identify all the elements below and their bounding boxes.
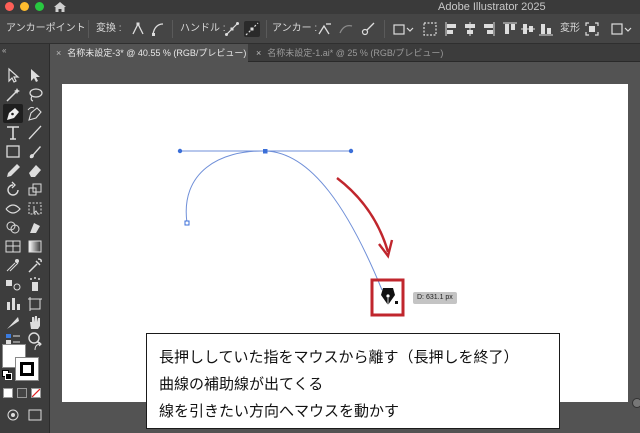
anchor-point-selected: [263, 149, 268, 154]
caption-line: 曲線の補助線が出てくる: [159, 375, 324, 393]
convert-to-smooth-icon[interactable]: [150, 21, 166, 37]
live-paint-tool-icon[interactable]: [25, 218, 45, 237]
collapse-panel-icon[interactable]: «: [2, 46, 6, 55]
title-bar: Adobe Illustrator 2025: [0, 0, 640, 14]
mesh-tool-icon[interactable]: [3, 256, 23, 275]
isolate-icon[interactable]: [584, 21, 600, 37]
tab-close-icon[interactable]: ×: [56, 44, 61, 62]
tools-panel: «: [0, 44, 50, 433]
stroke-hole: [23, 365, 31, 373]
symbol-sprayer-tool-icon[interactable]: [25, 275, 45, 294]
align-right-icon[interactable]: [480, 21, 496, 37]
align-bottom-icon[interactable]: [538, 21, 554, 37]
perspective-grid-tool-icon[interactable]: [3, 237, 23, 256]
pen-tool-icon[interactable]: [3, 104, 23, 123]
distance-readout: D: 631.1 px: [413, 292, 457, 304]
pencil-tool-icon[interactable]: [3, 161, 23, 180]
minimize-window-button[interactable]: [20, 2, 29, 11]
selection-tool-icon[interactable]: [3, 66, 23, 85]
type-tool-icon[interactable]: [3, 123, 23, 142]
close-window-button[interactable]: [5, 2, 14, 11]
divider: [172, 20, 173, 38]
draw-mode-icon[interactable]: [3, 406, 23, 425]
blend-tool-icon[interactable]: [3, 275, 23, 294]
divider: [266, 20, 267, 38]
align-top-icon[interactable]: [502, 21, 518, 37]
select-similar-icon[interactable]: [422, 21, 438, 37]
curvature-tool-icon[interactable]: [25, 104, 45, 123]
align-middle-icon[interactable]: [520, 21, 536, 37]
zoom-window-button[interactable]: [35, 2, 44, 11]
handle-point-right: [348, 148, 354, 154]
direct-selection-tool-icon[interactable]: [25, 66, 45, 85]
default-fill-stroke-icon[interactable]: [2, 370, 12, 380]
pen-cursor-icon: [381, 288, 398, 305]
free-transform-tool-icon[interactable]: [25, 199, 45, 218]
gradient-tool-icon[interactable]: [25, 237, 45, 256]
divider: [88, 20, 89, 38]
bezier-path: [185, 150, 383, 291]
eyedropper-tool-icon[interactable]: [25, 256, 45, 275]
tab-label: 名称未設定-3* @ 40.55 % (RGB/プレビュー): [67, 48, 247, 58]
tab-document-3[interactable]: × 名称未設定-3* @ 40.55 % (RGB/プレビュー): [50, 44, 248, 62]
screen-mode-icon[interactable]: [25, 406, 45, 425]
shape-menu-icon[interactable]: [392, 21, 414, 37]
lasso-tool-icon[interactable]: [25, 85, 45, 104]
paintbrush-tool-icon[interactable]: [25, 142, 45, 161]
panel-menu-icon[interactable]: [610, 21, 632, 37]
tab-label: 名称未設定-1.ai* @ 25 % (RGB/プレビュー): [267, 48, 444, 58]
line-segment-tool-icon[interactable]: [25, 123, 45, 142]
document-tabs: × 名称未設定-3* @ 40.55 % (RGB/プレビュー) × 名称未設定-1…: [50, 44, 640, 62]
tool-name-label: アンカーポイント: [6, 23, 86, 34]
caption-line: 線を引きたい方向へマウスを動かす: [159, 402, 400, 420]
shape-builder-tool-icon[interactable]: [3, 218, 23, 237]
instruction-caption: 長押ししていた指をマウスから離す（長押しを終了） 曲線の補助線が出てくる 線を引…: [146, 333, 560, 429]
magic-wand-tool-icon[interactable]: [3, 85, 23, 104]
scroll-handle[interactable]: [632, 398, 640, 408]
anchor-point-start: [184, 220, 190, 226]
eraser-tool-icon[interactable]: [25, 161, 45, 180]
stroke-swatch[interactable]: [15, 357, 39, 381]
convert-to-corner-icon[interactable]: [130, 21, 146, 37]
tab-close-icon[interactable]: ×: [256, 44, 261, 62]
swap-fill-stroke-icon[interactable]: [33, 342, 43, 352]
artboard-tool-icon[interactable]: [25, 294, 45, 313]
color-mode-icon[interactable]: [3, 388, 13, 398]
divider: [384, 20, 385, 38]
app-title: Adobe Illustrator 2025: [438, 1, 546, 13]
anchor-label: アンカー :: [272, 23, 318, 34]
show-handles-icon[interactable]: [224, 21, 240, 37]
none-mode-icon[interactable]: [31, 388, 41, 398]
align-left-icon[interactable]: [444, 21, 460, 37]
stroke-color: [20, 362, 34, 376]
rotate-tool-icon[interactable]: [3, 180, 23, 199]
gradient-mode-icon[interactable]: [17, 388, 27, 398]
transform-label[interactable]: 変形: [560, 14, 580, 44]
cut-path-icon[interactable]: [360, 21, 376, 37]
align-center-icon[interactable]: [462, 21, 478, 37]
width-tool-icon[interactable]: [3, 199, 23, 218]
caption-line: 長押ししていた指をマウスから離す（長押しを終了）: [159, 348, 519, 366]
scale-tool-icon[interactable]: [25, 180, 45, 199]
handle-label: ハンドル :: [180, 23, 226, 34]
rectangle-tool-icon[interactable]: [3, 142, 23, 161]
tab-document-1[interactable]: × 名称未設定-1.ai* @ 25 % (RGB/プレビュー): [250, 44, 444, 62]
connect-anchors-icon[interactable]: [338, 21, 354, 37]
control-bar: アンカーポイント 変換 : ハンドル : アンカー : 変形: [0, 14, 640, 44]
home-icon[interactable]: [53, 1, 67, 13]
hide-handles-icon[interactable]: [244, 21, 260, 37]
handle-point-left: [177, 148, 183, 154]
convert-label: 変換 :: [96, 23, 122, 34]
remove-anchor-icon[interactable]: [316, 21, 332, 37]
column-graph-tool-icon[interactable]: [3, 294, 23, 313]
